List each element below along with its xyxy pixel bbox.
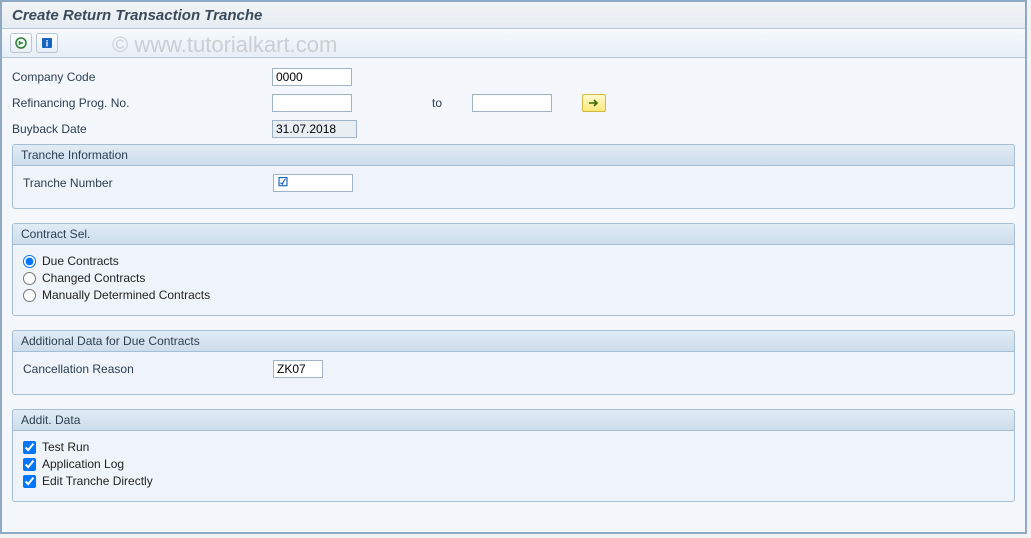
title-bar: Create Return Transaction Tranche	[2, 2, 1025, 29]
execute-icon	[14, 36, 28, 50]
tranche-number-label: Tranche Number	[23, 176, 273, 190]
application-log-label: Application Log	[42, 457, 124, 471]
buyback-date-label: Buyback Date	[12, 122, 272, 136]
changed-contracts-label: Changed Contracts	[42, 271, 145, 285]
company-code-label: Company Code	[12, 70, 272, 84]
test-run-checkbox[interactable]	[23, 441, 36, 454]
company-code-input[interactable]	[272, 68, 352, 86]
application-log-checkbox[interactable]	[23, 458, 36, 471]
add-data-due-title: Additional Data for Due Contracts	[13, 331, 1014, 352]
cancellation-reason-label: Cancellation Reason	[23, 362, 273, 376]
tranche-info-title: Tranche Information	[13, 145, 1014, 166]
info-button[interactable]: i	[36, 33, 58, 53]
due-contracts-radio[interactable]	[23, 255, 36, 268]
refin-prog-no-label: Refinancing Prog. No.	[12, 96, 272, 110]
refin-prog-to-input[interactable]	[472, 94, 552, 112]
changed-contracts-radio[interactable]	[23, 272, 36, 285]
execute-button[interactable]	[10, 33, 32, 53]
cancellation-reason-input[interactable]	[273, 360, 323, 378]
multiple-selection-button[interactable]	[582, 94, 606, 112]
manual-contracts-label: Manually Determined Contracts	[42, 288, 210, 302]
info-icon: i	[40, 36, 54, 50]
addit-data-group: Addit. Data Test Run Application Log Edi…	[12, 409, 1015, 502]
toolbar: i	[2, 29, 1025, 58]
addit-data-title: Addit. Data	[13, 410, 1014, 431]
edit-tranche-label: Edit Tranche Directly	[42, 474, 153, 488]
edit-tranche-checkbox[interactable]	[23, 475, 36, 488]
manual-contracts-radio[interactable]	[23, 289, 36, 302]
add-data-due-group: Additional Data for Due Contracts Cancel…	[12, 330, 1015, 395]
to-label: to	[432, 96, 442, 110]
due-contracts-label: Due Contracts	[42, 254, 119, 268]
page-title: Create Return Transaction Tranche	[12, 7, 1015, 24]
contract-sel-group: Contract Sel. Due Contracts Changed Cont…	[12, 223, 1015, 316]
buyback-date-input[interactable]	[272, 120, 357, 138]
arrow-right-icon	[588, 98, 600, 108]
tranche-info-group: Tranche Information Tranche Number ☑	[12, 144, 1015, 209]
refin-prog-from-input[interactable]	[272, 94, 352, 112]
test-run-label: Test Run	[42, 440, 89, 454]
contract-sel-title: Contract Sel.	[13, 224, 1014, 245]
svg-text:i: i	[46, 39, 49, 49]
tranche-number-input[interactable]	[273, 174, 353, 192]
